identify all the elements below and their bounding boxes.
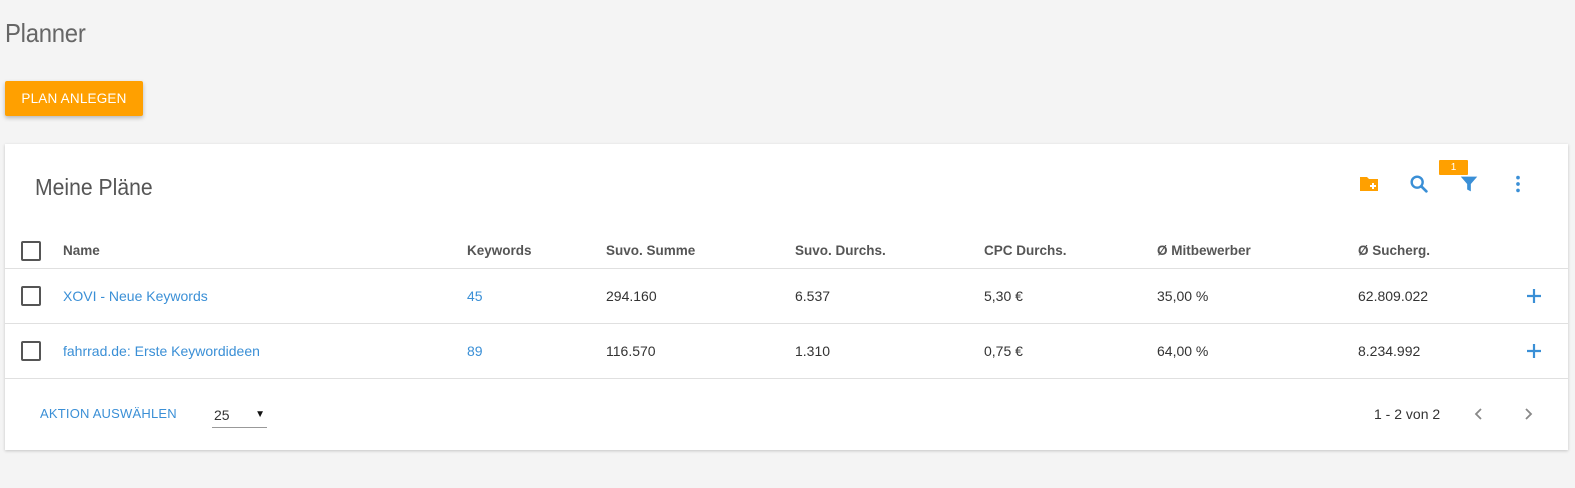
plan-name-link[interactable]: XOVI - Neue Keywords [63,269,208,323]
search-icon [1410,175,1428,193]
select-all-checkbox[interactable] [21,241,41,261]
mitbewerber-value: 35,00 % [1157,288,1209,304]
suvo-summe-value: 294.160 [606,288,657,304]
keywords-count-link[interactable]: 45 [467,269,483,323]
column-header-mitbewerber[interactable]: Ø Mitbewerber [1157,233,1251,268]
mitbewerber-value: 64,00 % [1157,343,1209,359]
new-folder-button[interactable] [1355,170,1383,198]
table-header: Name Keywords Suvo. Summe Suvo. Durchs. … [5,233,1568,269]
suvo-summe-value: 116.570 [606,343,656,359]
sucherg-value: 8.234.992 [1358,343,1421,359]
previous-page-button[interactable] [1467,402,1491,426]
keywords-count-link[interactable]: 89 [467,324,483,378]
plans-card: Meine Pläne 1 Name Keywords Suvo. Summe … [5,144,1568,450]
cpc-durchs-value: 0,75 € [984,343,1023,359]
table-row: fahrrad.de: Erste Keywordideen 89 116.57… [5,324,1568,379]
plus-icon [1527,344,1541,358]
column-header-sucherg[interactable]: Ø Sucherg. [1358,233,1430,268]
column-header-suvo-durchs[interactable]: Suvo. Durchs. [795,233,886,268]
next-page-button[interactable] [1516,402,1540,426]
column-header-keywords[interactable]: Keywords [467,233,532,268]
table-row: XOVI - Neue Keywords 45 294.160 6.537 5,… [5,269,1568,324]
chevron-left-icon [1474,408,1482,420]
column-header-cpc-durchs[interactable]: CPC Durchs. [984,233,1067,268]
page-title: Planner [5,18,86,48]
more-options-button[interactable] [1504,170,1532,198]
filter-count-badge: 1 [1439,160,1468,175]
pagination-info: 1 - 2 von 2 [1374,406,1441,422]
column-header-name[interactable]: Name [63,233,100,268]
row-checkbox[interactable] [21,341,41,361]
bulk-action-button[interactable]: AKTION AUSWÄHLEN [40,406,177,421]
plus-icon [1527,289,1541,303]
create-plan-button[interactable]: PLAN ANLEGEN [5,81,143,116]
cpc-durchs-value: 5,30 € [984,288,1023,304]
more-vert-icon [1516,175,1520,193]
add-button[interactable] [1520,337,1548,365]
suvo-durchs-value: 1.310 [795,343,831,359]
sucherg-value: 62.809.022 [1358,288,1429,304]
page-size-value: 25 [214,406,230,423]
suvo-durchs-value: 6.537 [795,288,831,304]
chevron-right-icon [1525,408,1533,420]
plan-name-link[interactable]: fahrrad.de: Erste Keywordideen [63,324,260,378]
row-checkbox[interactable] [21,286,41,306]
column-header-suvo-summe[interactable]: Suvo. Summe [606,233,695,268]
card-title: Meine Pläne [35,174,153,200]
add-button[interactable] [1520,282,1548,310]
dropdown-arrow-icon: ▼ [255,409,265,420]
folder-add-icon [1360,177,1378,191]
page-size-select[interactable]: 25 ▼ [212,402,267,428]
search-button[interactable] [1405,170,1433,198]
filter-icon [1460,176,1478,192]
